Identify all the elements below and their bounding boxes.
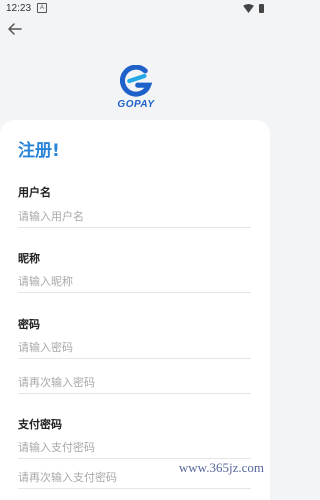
arrow-left-icon	[8, 23, 22, 35]
wifi-icon	[243, 3, 254, 13]
page-title: 注册!	[18, 141, 60, 161]
status-time: 12:23	[6, 2, 32, 14]
pay-password-label: 支付密码	[18, 418, 62, 431]
username-label: 用户名	[18, 186, 51, 199]
status-left: 12:23 A	[6, 2, 48, 14]
pay-password-input[interactable]	[18, 437, 251, 459]
password-label: 密码	[18, 318, 40, 331]
nickname-input[interactable]	[18, 271, 251, 293]
back-button[interactable]	[6, 20, 24, 38]
notification-a-icon: A	[37, 3, 48, 13]
gopay-logo-icon	[120, 65, 153, 97]
status-right	[243, 3, 264, 13]
watermark: www.365jz.com	[178, 460, 264, 475]
battery-icon	[259, 3, 264, 13]
nickname-label: 昵称	[18, 252, 40, 265]
register-card: 注册! 用户名 昵称 密码 支付密码	[0, 120, 270, 500]
confirm-password-input[interactable]	[18, 372, 251, 394]
username-input[interactable]	[18, 206, 251, 228]
status-bar: 12:23 A	[0, 0, 270, 16]
password-input[interactable]	[18, 337, 251, 359]
logo-text: GOPAY	[117, 99, 155, 110]
gopay-logo: GOPAY	[110, 65, 162, 115]
